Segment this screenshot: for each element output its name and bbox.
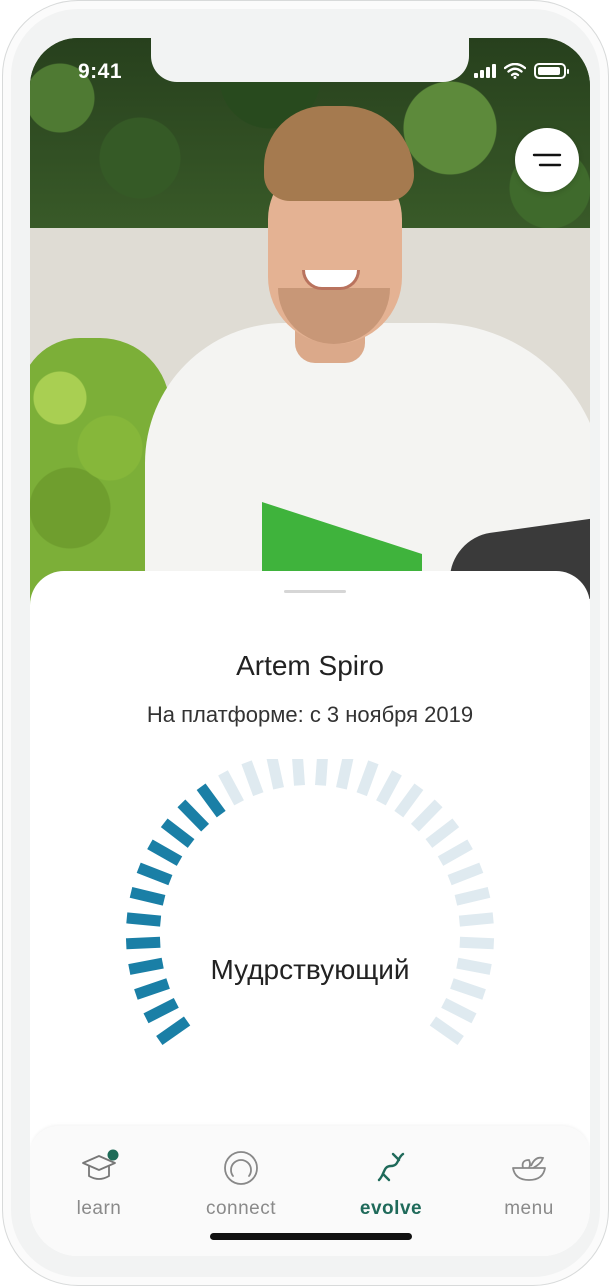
tab-learn-label: learn bbox=[76, 1198, 122, 1219]
gauge-segment-empty bbox=[376, 770, 402, 806]
status-icons bbox=[474, 63, 569, 79]
gauge-segment-filled bbox=[196, 783, 226, 818]
gauge-segment-filled bbox=[129, 887, 166, 906]
tab-menu[interactable]: menu bbox=[474, 1146, 584, 1220]
gauge-segment-filled bbox=[160, 818, 195, 848]
cellular-signal-icon bbox=[474, 64, 496, 78]
gauge-segment-empty bbox=[336, 759, 354, 790]
member-since: На платформе: с 3 ноября 2019 bbox=[146, 702, 474, 727]
level-gauge bbox=[125, 759, 495, 1046]
gauge-segment-empty bbox=[447, 862, 484, 886]
gauge-segment-filled bbox=[177, 799, 210, 832]
level-label: Мудрствующий bbox=[210, 954, 410, 985]
drag-handle[interactable] bbox=[284, 590, 346, 593]
gauge-segment-empty bbox=[241, 760, 264, 797]
profile-name: Artem Spiro bbox=[236, 650, 384, 681]
dna-helix-icon bbox=[377, 1152, 405, 1182]
graduation-cap-icon bbox=[82, 1149, 119, 1180]
tab-evolve[interactable]: evolve bbox=[336, 1146, 446, 1220]
tab-menu-label: menu bbox=[504, 1198, 554, 1219]
tab-connect[interactable]: connect bbox=[186, 1146, 296, 1220]
gauge-segment-filled bbox=[143, 997, 179, 1024]
battery-icon bbox=[534, 63, 569, 79]
gauge-segment-empty bbox=[454, 887, 491, 906]
gauge-segment-filled bbox=[125, 936, 161, 950]
notification-badge bbox=[107, 1149, 119, 1161]
gauge-segment-filled bbox=[156, 1016, 191, 1046]
gauge-segment-empty bbox=[429, 1016, 464, 1046]
profile-photo bbox=[30, 38, 590, 608]
hamburger-icon bbox=[532, 153, 562, 167]
menu-button[interactable] bbox=[515, 128, 579, 192]
gauge-segment-empty bbox=[315, 759, 328, 786]
concentric-circles-icon bbox=[224, 1151, 258, 1185]
gauge-segment-filled bbox=[147, 839, 183, 866]
status-time: 9:41 bbox=[78, 60, 123, 83]
bowl-icon bbox=[512, 1156, 546, 1181]
gauge-segment-filled bbox=[136, 862, 173, 886]
gauge-segment-empty bbox=[437, 839, 473, 866]
gauge-segment-empty bbox=[458, 912, 494, 927]
home-indicator[interactable] bbox=[210, 1233, 412, 1240]
gauge-segment-empty bbox=[218, 770, 244, 806]
gauge-segment-filled bbox=[126, 912, 162, 927]
tab-learn[interactable]: learn bbox=[44, 1146, 154, 1220]
gauge-segment-empty bbox=[425, 818, 460, 848]
gauge-segment-empty bbox=[356, 760, 379, 797]
gauge-segment-empty bbox=[266, 759, 284, 790]
wifi-icon bbox=[504, 63, 526, 79]
phone-frame: 9:41 Artem Spiro На платформе: с 3 ноябр… bbox=[2, 0, 609, 1286]
gauge-segment-empty bbox=[410, 799, 443, 832]
device-notch bbox=[151, 38, 469, 82]
tab-connect-label: connect bbox=[205, 1198, 277, 1219]
app-screen: 9:41 Artem Spiro На платформе: с 3 ноябр… bbox=[30, 38, 590, 1256]
gauge-segment-empty bbox=[394, 783, 424, 818]
gauge-segment-empty bbox=[459, 936, 495, 950]
gauge-segment-empty bbox=[292, 759, 305, 786]
gauge-segment-empty bbox=[441, 997, 477, 1024]
tab-evolve-label: evolve bbox=[359, 1198, 423, 1219]
